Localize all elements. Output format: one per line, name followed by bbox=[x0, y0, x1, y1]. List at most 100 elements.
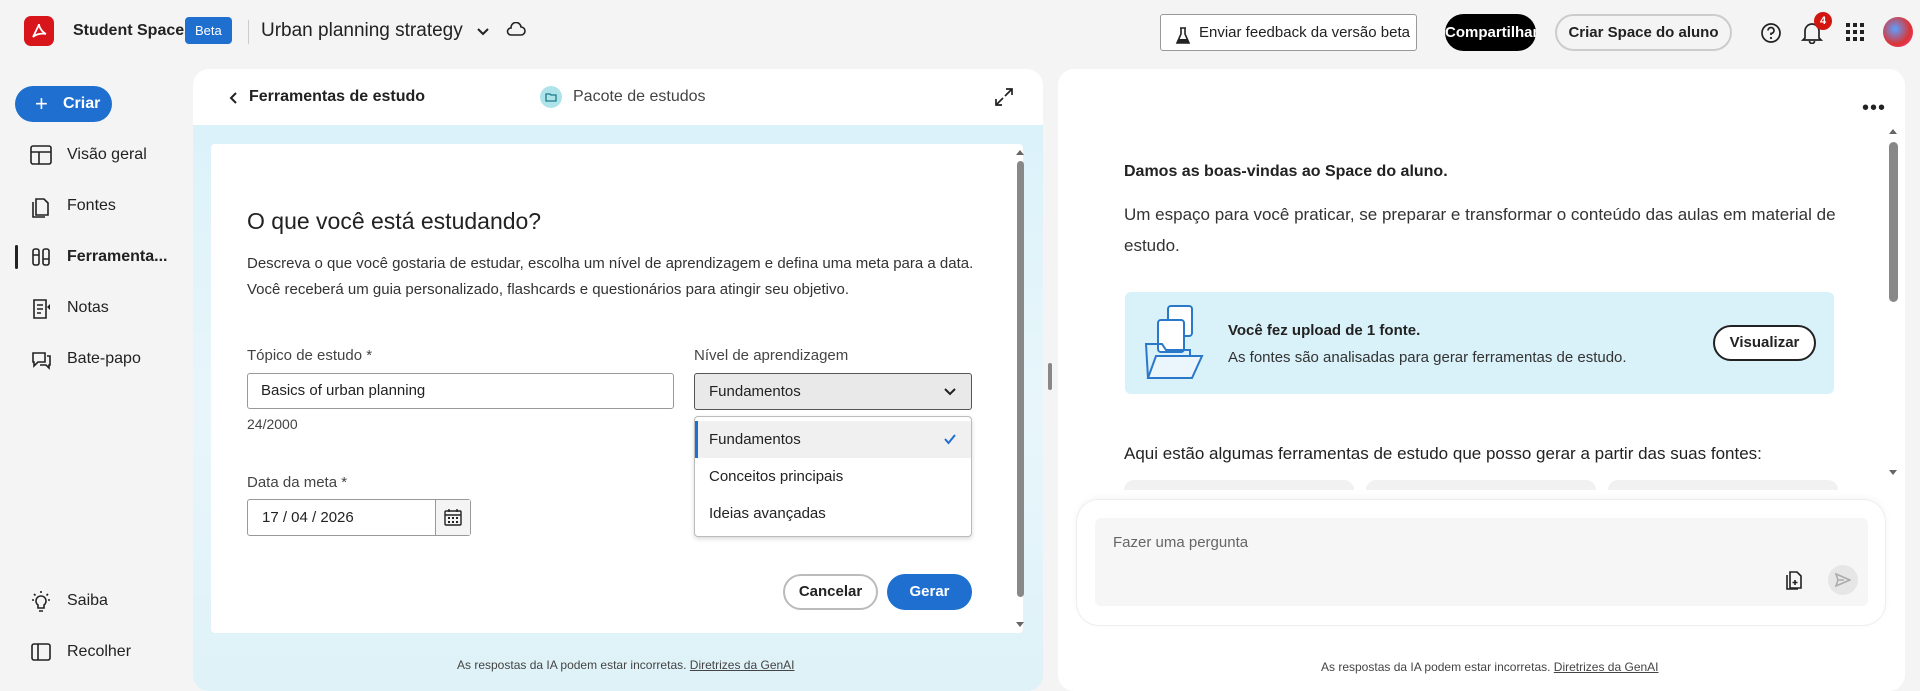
collapse-icon bbox=[31, 643, 51, 661]
form-title: O que você está estudando? bbox=[247, 208, 542, 234]
more-options-icon[interactable]: ••• bbox=[1862, 97, 1886, 120]
ai-disclaimer: As respostas da IA podem estar incorreta… bbox=[457, 658, 795, 672]
char-count: 24/2000 bbox=[247, 416, 298, 432]
sidebar-item-tools[interactable]: Ferramenta... bbox=[0, 237, 180, 277]
checkmark-icon bbox=[944, 434, 956, 445]
send-icon bbox=[1835, 572, 1851, 588]
sidebar-item-learn[interactable]: Saiba bbox=[0, 581, 180, 621]
divider bbox=[248, 20, 249, 44]
scroll-up-icon[interactable] bbox=[1013, 147, 1027, 157]
level-option-core-concepts[interactable]: Conceitos principais bbox=[695, 458, 971, 495]
expand-icon[interactable] bbox=[994, 87, 1014, 112]
study-tools-panel: Ferramentas de estudo Pacote de estudos … bbox=[193, 69, 1043, 691]
level-label: Nível de aprendizagem bbox=[694, 347, 849, 364]
sidebar-item-label: Bate-papo bbox=[67, 350, 141, 367]
scrollbar[interactable] bbox=[1886, 123, 1900, 483]
study-pack-label: Pacote de estudos bbox=[573, 88, 706, 105]
topic-input[interactable]: Basics of urban planning bbox=[247, 373, 674, 409]
ai-disclaimer: As respostas da IA podem estar incorreta… bbox=[1321, 660, 1659, 674]
scrollbar-thumb[interactable] bbox=[1889, 142, 1898, 302]
option-label: Ideias avançadas bbox=[709, 505, 826, 522]
document-title[interactable]: Urban planning strategy bbox=[261, 20, 463, 42]
scroll-up-icon[interactable] bbox=[1886, 126, 1900, 136]
sidebar-item-overview[interactable]: Visão geral bbox=[0, 135, 180, 175]
lightbulb-icon bbox=[32, 591, 50, 612]
upload-title: Você fez upload de 1 fonte. bbox=[1228, 322, 1421, 339]
plus-icon: + bbox=[35, 91, 48, 116]
description-line: Descreva o que você gostaria de estudar,… bbox=[247, 255, 974, 272]
option-label: Fundamentos bbox=[709, 431, 801, 448]
sidebar-item-label: Visão geral bbox=[67, 146, 147, 163]
upload-summary-card: Você fez upload de 1 fonte. As fontes sã… bbox=[1125, 292, 1834, 394]
level-value: Fundamentos bbox=[709, 383, 801, 400]
create-button[interactable]: + Criar bbox=[15, 86, 112, 122]
scroll-down-icon[interactable] bbox=[1886, 468, 1900, 478]
date-label: Data da meta * bbox=[247, 474, 348, 491]
sidebar-item-collapse[interactable]: Recolher bbox=[0, 632, 180, 672]
level-option-fundamentals[interactable]: Fundamentos bbox=[695, 421, 971, 458]
sidebar-item-label: Ferramenta... bbox=[67, 248, 168, 265]
level-select[interactable]: Fundamentos bbox=[694, 373, 972, 410]
sidebar-item-label: Recolher bbox=[67, 643, 132, 660]
question-input[interactable]: Fazer uma pergunta bbox=[1095, 518, 1868, 606]
tools-intro: Aqui estão algumas ferramentas de estudo… bbox=[1124, 444, 1762, 463]
sidebar-item-sources[interactable]: Fontes bbox=[0, 186, 180, 226]
folder-icon bbox=[540, 86, 562, 108]
chevron-left-icon[interactable] bbox=[229, 91, 239, 110]
genai-guidelines-link[interactable]: Diretrizes da GenAI bbox=[690, 658, 795, 672]
feedback-label: Enviar feedback da versão beta bbox=[1199, 24, 1410, 41]
tools-icon bbox=[32, 248, 50, 266]
calendar-button[interactable] bbox=[435, 500, 470, 535]
tool-card-preview[interactable] bbox=[1608, 480, 1838, 490]
beta-badge: Beta bbox=[185, 17, 232, 44]
apps-grid-icon[interactable] bbox=[1846, 23, 1864, 46]
panel-resize-handle[interactable] bbox=[1048, 363, 1052, 390]
scrollbar-thumb[interactable] bbox=[1017, 161, 1024, 597]
feedback-button[interactable]: Enviar feedback da versão beta bbox=[1160, 14, 1417, 51]
sources-icon bbox=[32, 198, 49, 218]
date-value: 17 / 04 / 2026 bbox=[262, 509, 354, 526]
cancel-button[interactable]: Cancelar bbox=[783, 574, 878, 610]
share-button[interactable]: Compartilhar bbox=[1445, 14, 1536, 51]
notes-icon bbox=[33, 299, 50, 319]
disclaimer-text: As respostas da IA podem estar incorreta… bbox=[457, 658, 687, 672]
upload-subtitle: As fontes são analisadas para gerar ferr… bbox=[1228, 349, 1627, 366]
description-line: Você receberá um guia personalizado, fla… bbox=[247, 281, 850, 298]
back-to-study-tools[interactable]: Ferramentas de estudo bbox=[249, 88, 425, 106]
level-option-advanced[interactable]: Ideias avançadas bbox=[695, 495, 971, 532]
assistant-panel: ••• Damos as boas-vindas ao Space do alu… bbox=[1058, 69, 1905, 691]
folder-upload-icon bbox=[1142, 304, 1206, 387]
sidebar-item-label: Notas bbox=[67, 299, 109, 316]
sidebar-item-chat[interactable]: Bate-papo bbox=[0, 339, 180, 379]
flask-icon bbox=[1175, 23, 1191, 58]
avatar[interactable] bbox=[1883, 17, 1913, 47]
genai-guidelines-link[interactable]: Diretrizes da GenAI bbox=[1554, 660, 1659, 674]
ask-box: Fazer uma pergunta bbox=[1077, 500, 1885, 625]
attach-file-icon[interactable] bbox=[1785, 570, 1805, 595]
welcome-title: Damos as boas-vindas ao Space do aluno. bbox=[1124, 163, 1448, 180]
chevron-down-icon[interactable] bbox=[476, 24, 490, 42]
question-placeholder: Fazer uma pergunta bbox=[1113, 534, 1249, 551]
create-label: Criar bbox=[63, 95, 101, 112]
create-space-button[interactable]: Criar Space do aluno bbox=[1555, 14, 1732, 51]
acrobat-logo-icon[interactable] bbox=[24, 16, 54, 46]
sidebar-item-label: Saiba bbox=[67, 592, 108, 609]
scrollbar[interactable] bbox=[1013, 144, 1027, 633]
generate-button[interactable]: Gerar bbox=[887, 574, 972, 610]
sidebar-item-label: Fontes bbox=[67, 197, 116, 214]
tool-card-preview[interactable] bbox=[1366, 480, 1596, 490]
cloud-icon[interactable] bbox=[506, 21, 526, 43]
send-button[interactable] bbox=[1828, 565, 1858, 595]
topic-label: Tópico de estudo * bbox=[247, 347, 373, 364]
tool-card-preview[interactable] bbox=[1124, 480, 1354, 490]
panel-header: Ferramentas de estudo Pacote de estudos bbox=[193, 69, 1043, 125]
scroll-down-icon[interactable] bbox=[1013, 620, 1027, 630]
level-dropdown: Fundamentos Conceitos principais Ideias … bbox=[694, 416, 972, 537]
date-field[interactable]: 17 / 04 / 2026 bbox=[247, 499, 471, 536]
calendar-icon bbox=[444, 509, 462, 526]
view-button[interactable]: Visualizar bbox=[1713, 325, 1816, 361]
option-label: Conceitos principais bbox=[709, 468, 844, 485]
help-icon[interactable] bbox=[1760, 22, 1782, 49]
sidebar-item-notes[interactable]: Notas bbox=[0, 288, 180, 328]
form-description: Descreva o que você gostaria de estudar,… bbox=[247, 251, 987, 303]
